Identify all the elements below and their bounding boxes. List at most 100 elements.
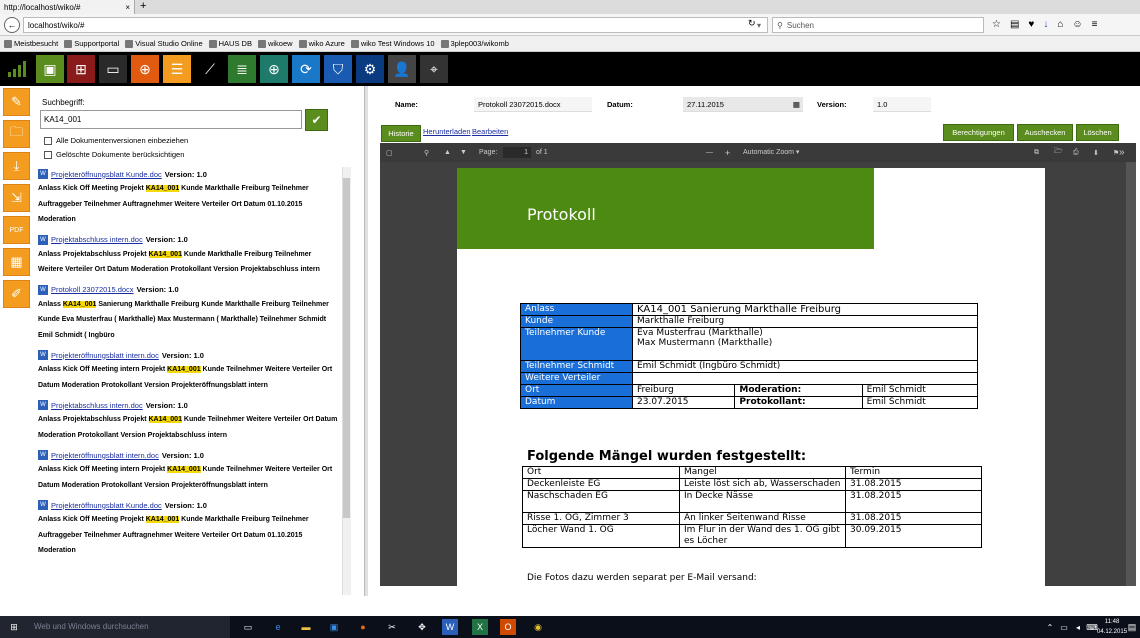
browser-search-input[interactable]: ⚲ Suchen <box>772 17 984 33</box>
word-icon[interactable]: W <box>442 619 458 635</box>
folder-search-icon[interactable]: 🗀 <box>3 120 30 148</box>
chrome-icon[interactable]: ◉ <box>530 619 546 635</box>
download-icon[interactable]: ↓ <box>1043 17 1048 33</box>
search-label: Suchbegriff: <box>42 98 85 107</box>
reload-icon[interactable]: ↻ <box>748 18 756 29</box>
zoom-out-button[interactable]: — <box>706 149 713 156</box>
document-download-icon[interactable]: ⤓ <box>3 152 30 180</box>
sidebar-toggle-icon[interactable]: ▢ <box>386 149 393 157</box>
page-number-input[interactable]: 1 <box>503 147 531 158</box>
home-icon[interactable]: ⌂ <box>1057 17 1063 33</box>
herunterladen-link[interactable]: Herunterladen <box>423 127 471 136</box>
task-list-icon[interactable]: ☰ <box>163 55 191 83</box>
berechtigungen-button[interactable]: Berechtigungen <box>943 124 1014 141</box>
star-icon[interactable]: ☆ <box>992 17 1001 33</box>
prev-page-icon[interactable]: ▲ <box>444 149 451 156</box>
address-bar[interactable]: localhost/wiko/# ▾ <box>23 17 768 33</box>
result-link[interactable]: Projekteröffnungsblatt Kunde.doc <box>51 170 162 179</box>
bookmark-item[interactable]: Meistbesucht <box>4 39 58 48</box>
bookmark-item[interactable]: wiko Test Windows 10 <box>350 39 435 48</box>
browser-tab[interactable]: http://localhost/wiko/# × <box>0 0 135 14</box>
clipboard-icon[interactable]: ▤ <box>1010 17 1019 33</box>
include-deleted-checkbox[interactable] <box>44 150 52 159</box>
table-row: Ort Freiburg Moderation: Emil Schmidt <box>520 384 979 397</box>
document-export-icon[interactable]: ⇲ <box>3 184 30 212</box>
search-confirm-button[interactable]: ✔ <box>305 109 328 131</box>
document-pencil-icon[interactable]: ✐ <box>3 280 30 308</box>
back-button[interactable]: ← <box>4 17 20 33</box>
bookmark-item[interactable]: 3plep003/wikomb <box>440 39 509 48</box>
result-link[interactable]: Projekteröffnungsblatt Kunde.doc <box>51 501 162 510</box>
store-icon[interactable]: ▣ <box>326 619 342 635</box>
result-link[interactable]: Projekteröffnungsblatt intern.doc <box>51 451 159 460</box>
toolbox-icon[interactable]: ▭ <box>99 55 127 83</box>
pane-splitter[interactable] <box>364 86 368 616</box>
firefox-icon[interactable]: ● <box>355 619 371 635</box>
document-calendar-icon[interactable]: ▦ <box>3 248 30 276</box>
web-globe-icon[interactable]: ⊕ <box>260 55 288 83</box>
result-link[interactable]: Projektabschluss intern.doc <box>51 401 143 410</box>
result-link[interactable]: Projekteröffnungsblatt intern.doc <box>51 351 159 360</box>
close-tab-icon[interactable]: × <box>125 3 130 12</box>
sync-icon[interactable]: ⟳ <box>292 55 320 83</box>
taskbar-search[interactable]: Web und Windows durchsuchen <box>0 616 230 638</box>
historie-button[interactable]: Historie <box>381 125 421 142</box>
result-item: W Projekteröffnungsblatt intern.doc Versio… <box>38 348 338 393</box>
include-versions-checkbox[interactable] <box>44 136 52 145</box>
loeschen-button[interactable]: Löschen <box>1076 124 1119 141</box>
presentation-icon[interactable]: ⧉ <box>1034 149 1039 157</box>
result-link[interactable]: Projektabschluss intern.doc <box>51 235 143 244</box>
bookmark-item[interactable]: Supportportal <box>64 39 119 48</box>
dropdown-arrow-icon[interactable]: ▾ <box>757 21 761 30</box>
chat-icon[interactable]: ☺ <box>1072 17 1082 33</box>
new-tab-icon[interactable]: + <box>140 0 146 13</box>
documents-icon[interactable]: ▣ <box>36 55 64 83</box>
shield-icon[interactable]: ⛉ <box>324 55 352 83</box>
pdf-scrollbar[interactable] <box>1126 162 1136 586</box>
table-row: Teilnehmer Schmidt Emil Schmidt (Ingbüro … <box>520 360 978 373</box>
pdf-icon[interactable]: PDF <box>3 216 30 244</box>
task-view-icon[interactable]: ▭ <box>240 619 256 635</box>
pocket-icon[interactable]: ♥ <box>1028 17 1034 33</box>
table-row: Löcher Wand 1. OG Im Flur in der Wand des… <box>522 524 982 548</box>
excel-icon[interactable]: X <box>472 619 488 635</box>
date-field[interactable]: 27.11.2015 ▦ <box>683 97 803 112</box>
explorer-icon[interactable]: ▬ <box>298 619 314 635</box>
navigation-icon[interactable]: ⌖ <box>420 55 448 83</box>
results-scrollbar-thumb[interactable] <box>343 178 350 518</box>
save-icon[interactable]: ⬇ <box>1093 149 1099 157</box>
document-edit-icon[interactable]: ✎ <box>3 88 30 116</box>
app-icon[interactable]: ✥ <box>414 619 430 635</box>
gear-icon[interactable]: ⚙ <box>356 55 384 83</box>
calendar-icon[interactable]: ▦ <box>793 97 800 112</box>
bookmark-item[interactable]: wikoew <box>257 39 293 48</box>
globe-icon[interactable]: ⊕ <box>131 55 159 83</box>
outlook-icon[interactable]: O <box>500 619 516 635</box>
auschecken-button[interactable]: Auschecken <box>1017 124 1073 141</box>
include-versions-checkbox-row[interactable]: Alle Dokumentenversionen einbeziehen <box>44 136 188 145</box>
next-page-icon[interactable]: ▼ <box>460 149 467 156</box>
zoom-select[interactable]: Automatic Zoom ▾ <box>740 147 812 159</box>
bookmark-item[interactable]: wiko Azure <box>298 39 345 48</box>
find-icon[interactable]: ⚲ <box>424 149 429 157</box>
print-icon[interactable]: ⎙ <box>1073 149 1079 157</box>
search-input[interactable]: KA14_001 <box>40 110 302 129</box>
edge-icon[interactable]: e <box>270 619 286 635</box>
zoom-in-button[interactable]: + <box>725 148 730 158</box>
open-file-icon[interactable]: 🗁 <box>1054 147 1063 158</box>
taskbar-clock[interactable]: 11:48 04.12.2015 <box>1097 617 1127 637</box>
windows-start-icon[interactable]: ⊞ <box>6 619 22 635</box>
list-chart-icon[interactable]: ≣ <box>228 55 256 83</box>
line-chart-icon[interactable]: ⟋ <box>196 55 224 83</box>
bookmark-item[interactable]: HAUS DB <box>208 39 252 48</box>
result-link[interactable]: Protokoll 23072015.docx <box>51 285 134 294</box>
bearbeiten-link[interactable]: Bearbeiten <box>472 127 508 136</box>
org-chart-icon[interactable]: ⊞ <box>67 55 95 83</box>
bookmark-item[interactable]: Visual Studio Online <box>125 39 203 48</box>
user-icon[interactable]: 👤 <box>388 55 416 83</box>
notifications-icon[interactable]: ▤ <box>1124 619 1140 635</box>
include-deleted-checkbox-row[interactable]: Gelöschte Dokumente berücksichtigen <box>44 150 184 159</box>
menu-icon[interactable]: ≡ <box>1092 17 1098 33</box>
tools-chevron-icon[interactable]: » <box>1119 147 1125 158</box>
tool-icon[interactable]: ✂ <box>384 619 400 635</box>
